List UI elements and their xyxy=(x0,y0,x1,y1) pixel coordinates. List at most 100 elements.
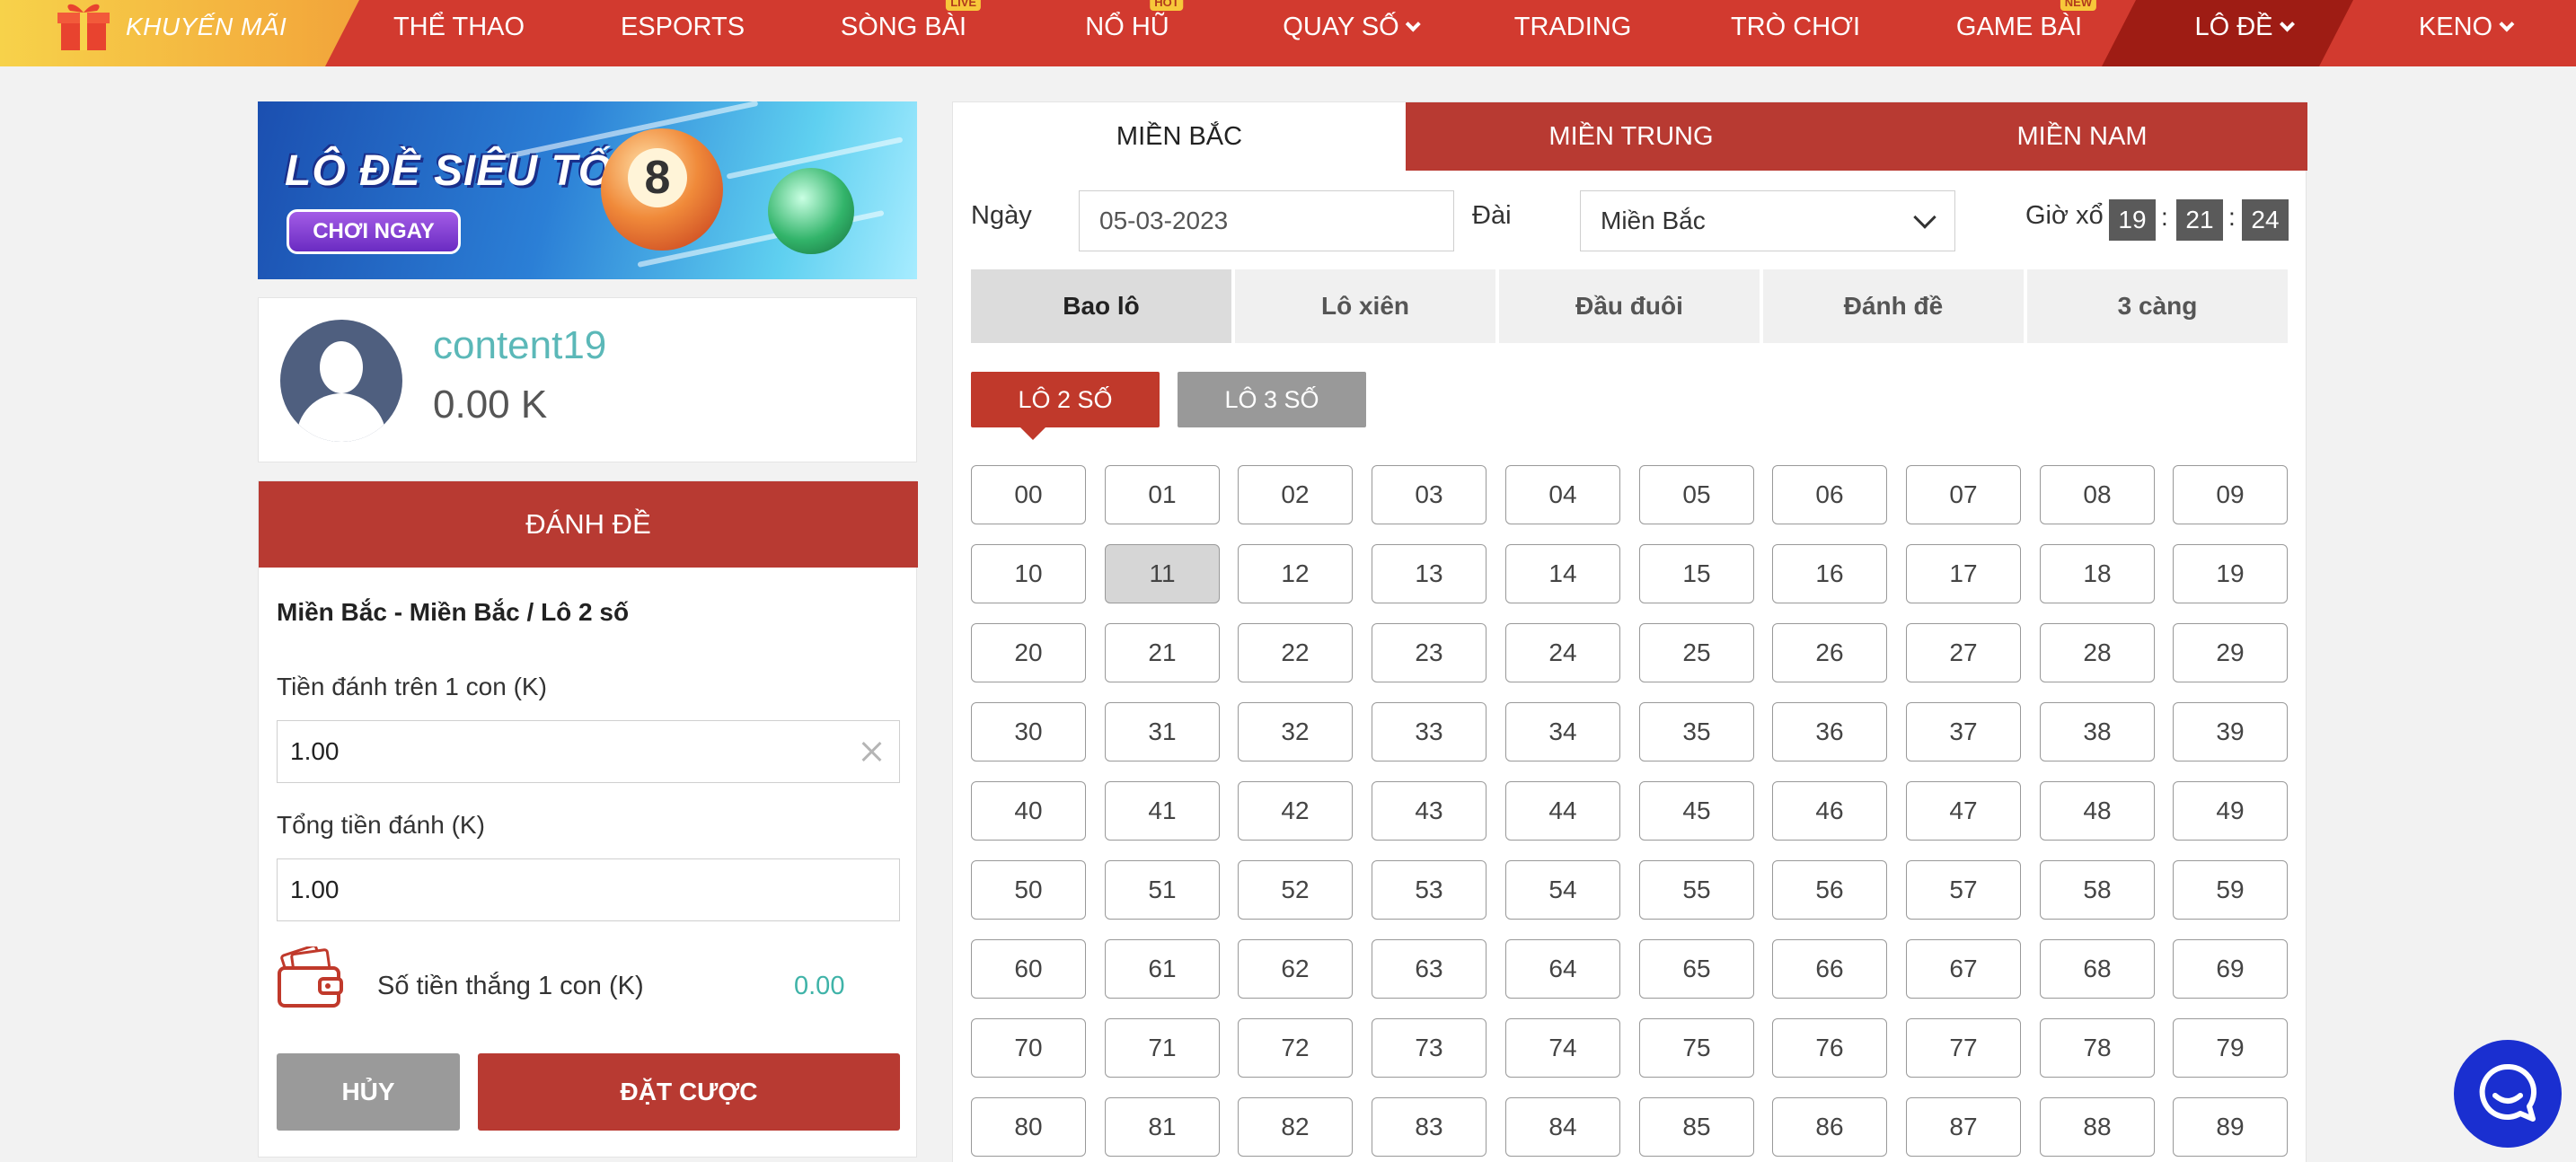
number-cell[interactable]: 43 xyxy=(1372,781,1486,841)
promo-tab[interactable]: KHUYẾN MÃI xyxy=(0,0,359,66)
number-cell[interactable]: 19 xyxy=(2173,544,2288,603)
number-cell[interactable]: 10 xyxy=(971,544,1086,603)
station-select[interactable]: Miền Bắc xyxy=(1580,190,1955,251)
number-cell[interactable]: 61 xyxy=(1105,939,1220,999)
number-cell[interactable]: 13 xyxy=(1372,544,1486,603)
number-cell[interactable]: 78 xyxy=(2040,1018,2155,1078)
number-cell[interactable]: 58 xyxy=(2040,860,2155,920)
number-cell[interactable]: 44 xyxy=(1505,781,1620,841)
nav-item-the-thao[interactable]: THỂ THAO xyxy=(393,0,525,66)
nav-item-game-bai[interactable]: GAME BÀI NEW xyxy=(1956,0,2097,66)
number-cell[interactable]: 85 xyxy=(1639,1097,1754,1157)
number-cell[interactable]: 36 xyxy=(1772,702,1887,761)
nav-item-tro-choi[interactable]: TRÒ CHƠI xyxy=(1731,0,1860,66)
number-cell[interactable]: 86 xyxy=(1772,1097,1887,1157)
nav-item-lo-de[interactable]: LÔ ĐỀ xyxy=(2194,0,2296,66)
number-cell[interactable]: 08 xyxy=(2040,465,2155,524)
number-cell[interactable]: 53 xyxy=(1372,860,1486,920)
number-cell[interactable]: 00 xyxy=(971,465,1086,524)
nav-item-trading[interactable]: TRADING xyxy=(1514,0,1632,66)
number-cell[interactable]: 82 xyxy=(1238,1097,1353,1157)
nav-item-song-bai[interactable]: SÒNG BÀI LIVE xyxy=(841,0,982,66)
number-cell[interactable]: 87 xyxy=(1906,1097,2021,1157)
number-cell[interactable]: 51 xyxy=(1105,860,1220,920)
date-input[interactable]: 05-03-2023 xyxy=(1079,190,1454,251)
number-cell[interactable]: 18 xyxy=(2040,544,2155,603)
number-cell[interactable]: 02 xyxy=(1238,465,1353,524)
number-cell[interactable]: 38 xyxy=(2040,702,2155,761)
number-cell[interactable]: 09 xyxy=(2173,465,2288,524)
number-cell[interactable]: 71 xyxy=(1105,1018,1220,1078)
number-cell[interactable]: 31 xyxy=(1105,702,1220,761)
number-cell[interactable]: 15 xyxy=(1639,544,1754,603)
amount-input[interactable]: 1.00 xyxy=(277,720,900,783)
number-cell[interactable]: 66 xyxy=(1772,939,1887,999)
number-cell[interactable]: 29 xyxy=(2173,623,2288,682)
number-cell[interactable]: 26 xyxy=(1772,623,1887,682)
number-cell[interactable]: 40 xyxy=(971,781,1086,841)
nav-item-esports[interactable]: ESPORTS xyxy=(621,0,745,66)
number-cell[interactable]: 77 xyxy=(1906,1018,2021,1078)
number-cell[interactable]: 41 xyxy=(1105,781,1220,841)
number-cell[interactable]: 12 xyxy=(1238,544,1353,603)
chat-button[interactable] xyxy=(2454,1040,2562,1148)
number-cell[interactable]: 04 xyxy=(1505,465,1620,524)
tab-lo-3-so[interactable]: LÔ 3 SỐ xyxy=(1178,372,1366,427)
tab-3-cang[interactable]: 3 càng xyxy=(2027,269,2288,343)
number-cell[interactable]: 03 xyxy=(1372,465,1486,524)
number-cell[interactable]: 84 xyxy=(1505,1097,1620,1157)
tab-lo-2-so[interactable]: LÔ 2 SỐ xyxy=(971,372,1160,427)
tab-bao-lo[interactable]: Bao lô xyxy=(971,269,1231,343)
number-cell[interactable]: 34 xyxy=(1505,702,1620,761)
number-cell[interactable]: 75 xyxy=(1639,1018,1754,1078)
number-cell[interactable]: 56 xyxy=(1772,860,1887,920)
tab-lo-xien[interactable]: Lô xiên xyxy=(1235,269,1495,343)
number-cell[interactable]: 69 xyxy=(2173,939,2288,999)
number-cell[interactable]: 73 xyxy=(1372,1018,1486,1078)
number-cell[interactable]: 72 xyxy=(1238,1018,1353,1078)
tab-mien-nam[interactable]: MIỀN NAM xyxy=(1857,102,2307,171)
number-cell[interactable]: 07 xyxy=(1906,465,2021,524)
nav-item-no-hu[interactable]: NỔ HŨ HOT xyxy=(1085,0,1184,66)
cancel-button[interactable]: HỦY xyxy=(277,1053,460,1131)
number-cell[interactable]: 17 xyxy=(1906,544,2021,603)
number-cell[interactable]: 24 xyxy=(1505,623,1620,682)
play-now-button[interactable]: CHƠI NGAY xyxy=(287,209,461,254)
number-cell[interactable]: 01 xyxy=(1105,465,1220,524)
number-cell[interactable]: 46 xyxy=(1772,781,1887,841)
number-cell[interactable]: 62 xyxy=(1238,939,1353,999)
place-bet-button[interactable]: ĐẶT CƯỢC xyxy=(478,1053,900,1131)
number-cell[interactable]: 33 xyxy=(1372,702,1486,761)
number-cell[interactable]: 55 xyxy=(1639,860,1754,920)
number-cell[interactable]: 39 xyxy=(2173,702,2288,761)
number-cell[interactable]: 63 xyxy=(1372,939,1486,999)
number-cell[interactable]: 25 xyxy=(1639,623,1754,682)
number-cell[interactable]: 67 xyxy=(1906,939,2021,999)
number-cell[interactable]: 70 xyxy=(971,1018,1086,1078)
number-cell[interactable]: 81 xyxy=(1105,1097,1220,1157)
nav-item-quay-so[interactable]: QUAY SỐ xyxy=(1283,0,1422,66)
number-cell[interactable]: 27 xyxy=(1906,623,2021,682)
number-cell[interactable]: 45 xyxy=(1639,781,1754,841)
number-cell[interactable]: 21 xyxy=(1105,623,1220,682)
number-cell[interactable]: 60 xyxy=(971,939,1086,999)
tab-danh-de[interactable]: Đánh đề xyxy=(1763,269,2024,343)
number-cell[interactable]: 28 xyxy=(2040,623,2155,682)
number-cell[interactable]: 16 xyxy=(1772,544,1887,603)
number-cell[interactable]: 65 xyxy=(1639,939,1754,999)
number-cell[interactable]: 11 xyxy=(1105,544,1220,603)
number-cell[interactable]: 37 xyxy=(1906,702,2021,761)
number-cell[interactable]: 68 xyxy=(2040,939,2155,999)
number-cell[interactable]: 22 xyxy=(1238,623,1353,682)
number-cell[interactable]: 14 xyxy=(1505,544,1620,603)
number-cell[interactable]: 48 xyxy=(2040,781,2155,841)
number-cell[interactable]: 88 xyxy=(2040,1097,2155,1157)
number-cell[interactable]: 47 xyxy=(1906,781,2021,841)
tab-dau-duoi[interactable]: Đầu đuôi xyxy=(1499,269,1760,343)
number-cell[interactable]: 05 xyxy=(1639,465,1754,524)
tab-mien-bac[interactable]: MIỀN BẮC xyxy=(953,102,1406,171)
number-cell[interactable]: 20 xyxy=(971,623,1086,682)
nav-item-keno[interactable]: KENO xyxy=(2419,0,2515,66)
number-cell[interactable]: 74 xyxy=(1505,1018,1620,1078)
number-cell[interactable]: 42 xyxy=(1238,781,1353,841)
